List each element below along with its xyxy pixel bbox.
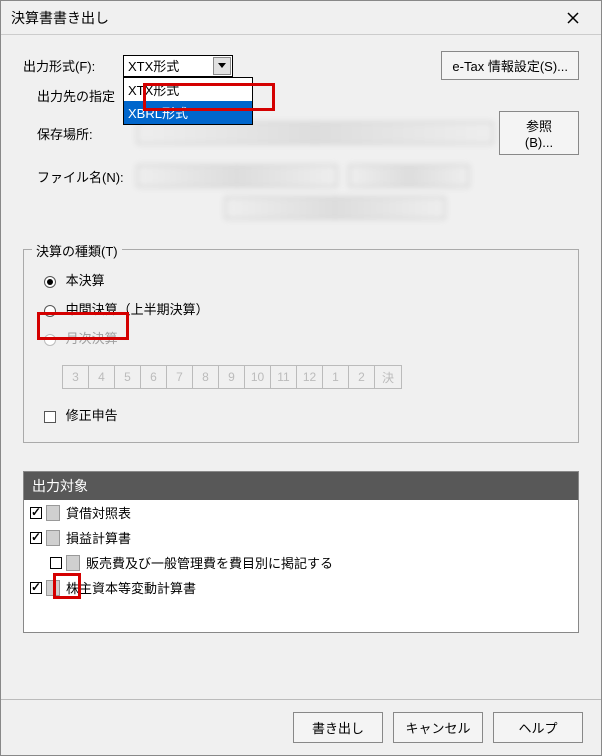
help-button[interactable]: ヘルプ <box>493 712 583 743</box>
checkbox-icon[interactable] <box>30 532 42 544</box>
month-cell: 12 <box>297 366 323 388</box>
combo-value: XTX形式 <box>128 56 179 75</box>
month-cell: 2 <box>349 366 375 388</box>
list-item-label: 貸借対照表 <box>66 503 131 522</box>
browse-button[interactable]: 参照(B)... <box>499 111 579 155</box>
filename-field-1[interactable] <box>137 165 337 187</box>
cancel-button[interactable]: キャンセル <box>393 712 483 743</box>
month-selector: 3 4 5 6 7 8 9 10 11 12 1 2 決 <box>62 365 402 389</box>
destination-label: 出力先の指定 <box>37 86 115 105</box>
document-icon <box>46 580 60 596</box>
dropdown-item-xbrl[interactable]: XBRL形式 <box>124 101 252 124</box>
radio-icon <box>44 305 56 317</box>
filename-preview <box>225 197 445 219</box>
list-item-label: 販売費及び一般管理費を費目別に掲記する <box>86 553 333 572</box>
list-item-label: 損益計算書 <box>66 528 131 547</box>
dialog-footer: 書き出し キャンセル ヘルプ <box>1 699 601 755</box>
checkbox-icon[interactable] <box>30 582 42 594</box>
list-item[interactable]: 損益計算書 <box>24 525 578 550</box>
save-location-label: 保存場所: <box>37 124 137 143</box>
export-button[interactable]: 書き出し <box>293 712 383 743</box>
list-item[interactable]: 販売費及び一般管理費を費目別に掲記する <box>24 550 578 575</box>
month-cell: 9 <box>219 366 245 388</box>
filename-field-2[interactable] <box>349 165 469 187</box>
month-cell: 6 <box>141 366 167 388</box>
checkbox-icon[interactable] <box>30 507 42 519</box>
list-item[interactable]: 貸借対照表 <box>24 500 578 525</box>
kessan-type-legend: 決算の種類(T) <box>32 241 122 260</box>
radio-main-kessan[interactable]: 本決算 <box>44 270 564 289</box>
output-target-header: 出力対象 <box>24 472 578 500</box>
output-target-list[interactable]: 貸借対照表 損益計算書 販売費及び一般管理費を費目別に掲記する 株主資本等変動計… <box>24 500 578 632</box>
kessan-type-group: 決算の種類(T) 本決算 中間決算（上半期決算） 月次決算 3 4 5 6 7 … <box>23 249 579 443</box>
output-format-dropdown[interactable]: XTX形式 XBRL形式 <box>123 77 253 125</box>
dialog-kessan-export: 決算書書き出し 出力形式(F): XTX形式 XTX形式 XBRL形式 e-Ta… <box>0 0 602 756</box>
output-format-label: 出力形式(F): <box>23 56 123 75</box>
dialog-title: 決算書書き出し <box>11 8 555 28</box>
list-item[interactable]: 株主資本等変動計算書 <box>24 575 578 600</box>
month-cell: 10 <box>245 366 271 388</box>
checkbox-icon <box>44 411 56 423</box>
document-icon <box>46 505 60 521</box>
close-button[interactable] <box>555 4 591 32</box>
checkbox-icon[interactable] <box>50 557 62 569</box>
document-icon <box>46 530 60 546</box>
month-cell: 5 <box>115 366 141 388</box>
filename-label: ファイル名(N): <box>37 167 137 186</box>
month-cell: 1 <box>323 366 349 388</box>
month-cell: 4 <box>89 366 115 388</box>
amend-checkbox-row[interactable]: 修正申告 <box>44 405 564 424</box>
month-cell: 7 <box>167 366 193 388</box>
radio-icon <box>44 334 56 346</box>
month-cell: 11 <box>271 366 297 388</box>
list-item-label: 株主資本等変動計算書 <box>66 578 196 597</box>
titlebar: 決算書書き出し <box>1 1 601 35</box>
save-location-field[interactable] <box>137 122 493 144</box>
radio-monthly-kessan: 月次決算 <box>44 328 564 347</box>
output-format-combo[interactable]: XTX形式 XTX形式 XBRL形式 <box>123 55 233 77</box>
etax-settings-button[interactable]: e-Tax 情報設定(S)... <box>441 51 579 80</box>
output-target-group: 出力対象 貸借対照表 損益計算書 販売費及び一般管理費を費目別に掲記する <box>23 471 579 633</box>
document-icon <box>66 555 80 571</box>
radio-mid-kessan[interactable]: 中間決算（上半期決算） <box>44 299 564 318</box>
month-cell: 決 <box>375 366 401 388</box>
month-cell: 8 <box>193 366 219 388</box>
month-cell: 3 <box>63 366 89 388</box>
chevron-down-icon[interactable] <box>213 57 231 75</box>
dropdown-item-xtx[interactable]: XTX形式 <box>124 78 252 101</box>
radio-icon <box>44 276 56 288</box>
